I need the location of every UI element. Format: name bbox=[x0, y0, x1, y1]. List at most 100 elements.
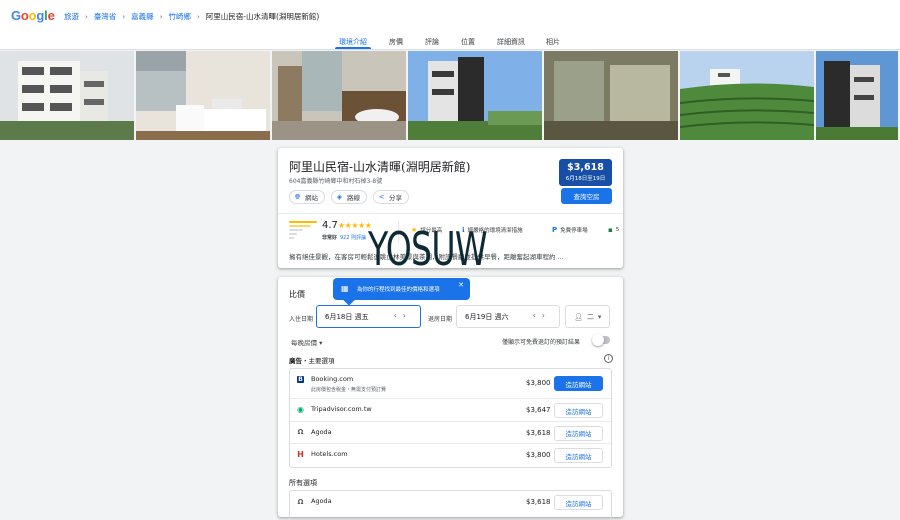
globe-icon: 🌐︎ bbox=[294, 192, 301, 201]
breadcrumb-township[interactable]: 竹崎鄉 bbox=[168, 11, 191, 22]
checkin-label: 入住日期 bbox=[289, 316, 314, 323]
agoda-icon: Ω bbox=[297, 428, 304, 436]
tab-overview[interactable]: 環境介紹 bbox=[339, 37, 367, 47]
provider-name: Tripadvisor.com.tw bbox=[311, 405, 372, 413]
provider-name: Hotels.com bbox=[311, 450, 348, 458]
date-nav-arrows-icon[interactable]: ‹› bbox=[394, 311, 412, 320]
photo-exterior-2[interactable] bbox=[816, 51, 898, 140]
hotel-name: 阿里山民宿-山水清暉(淵明居新館) bbox=[289, 160, 471, 174]
tab-details[interactable]: 詳細資訊 bbox=[497, 37, 525, 47]
free-cancel-toggle[interactable] bbox=[592, 334, 610, 346]
offer-row-tripadvisor[interactable]: ◉ Tripadvisor.com.tw $3,647 造訪網站 bbox=[290, 399, 611, 422]
agoda-icon: Ω bbox=[297, 497, 304, 506]
caret-down-icon: ▾ bbox=[319, 339, 323, 347]
divider bbox=[278, 213, 623, 214]
photo-tea-fields[interactable] bbox=[680, 51, 814, 140]
price-value: $3,618 bbox=[567, 162, 604, 173]
provider-name: Agoda bbox=[311, 427, 332, 436]
offer-price: $3,618 bbox=[526, 498, 551, 506]
top-bar: Google 旅遊 › 臺灣省 › 嘉義縣 › 竹崎鄉 › 阿里山民宿-山水清暉… bbox=[0, 0, 900, 32]
hotel-tabs: 環境介紹 房價 評論 位置 詳細資訊 相片 bbox=[0, 32, 900, 50]
info-icon[interactable]: i bbox=[604, 354, 613, 363]
chevron-down-icon: ▾ bbox=[597, 312, 602, 321]
tab-location[interactable]: 位置 bbox=[461, 37, 475, 47]
directions-icon: ◈ bbox=[336, 193, 343, 201]
price-comparison-card: 比價 ▦ 為你的行程找到最佳的價格和選項 ✕ 入住日期 6月18日 週五 ‹› … bbox=[278, 277, 623, 520]
provider-name: Booking.com bbox=[311, 375, 354, 383]
visit-site-button[interactable]: 造訪網站 bbox=[554, 425, 603, 441]
tab-reviews[interactable]: 評論 bbox=[425, 37, 439, 47]
person-icon: 👤︎ bbox=[574, 312, 583, 321]
rating-label: 非常好 bbox=[322, 235, 338, 241]
tab-photos[interactable]: 相片 bbox=[546, 37, 560, 47]
tooltip-arrow bbox=[343, 294, 355, 306]
chevron-right-icon: › bbox=[122, 12, 126, 21]
amenity-parking: P 免費停車場 bbox=[552, 226, 588, 234]
rating-score: 4.7 bbox=[322, 220, 338, 231]
breadcrumb-county[interactable]: 嘉義縣 bbox=[131, 11, 154, 22]
hotel-address: 604嘉義縣竹崎鄉中和村石棹3-8號 bbox=[289, 178, 383, 185]
free-cancel-label: 僅顯示可免費退訂的預訂結果 bbox=[502, 339, 581, 346]
more-icon: ▪ bbox=[608, 226, 613, 234]
chevron-right-icon: › bbox=[196, 12, 200, 21]
rating-bars bbox=[289, 221, 317, 241]
offer-row-booking[interactable]: B Booking.com 此房價包含稅金・無需支付預訂費 $3,800 造訪網… bbox=[290, 369, 611, 399]
offer-row-hotels[interactable]: H Hotels.com $3,800 造訪網站 bbox=[290, 444, 611, 467]
photo-bathroom[interactable] bbox=[272, 51, 406, 140]
share-chip[interactable]: < 分享 bbox=[373, 190, 409, 204]
photo-room-glass[interactable] bbox=[544, 51, 678, 140]
price-dates: 6月18日至19日 bbox=[565, 176, 606, 182]
review-count-link[interactable]: 922 則評論 bbox=[340, 234, 366, 241]
hotels-icon: H bbox=[297, 450, 304, 459]
chevron-right-icon: › bbox=[159, 12, 163, 21]
amenity-more[interactable]: ▪ 5 bbox=[608, 226, 619, 234]
booking-icon: B bbox=[297, 376, 304, 383]
breadcrumb-travel[interactable]: 旅遊 bbox=[64, 11, 79, 22]
breadcrumb-hotel: 阿里山民宿-山水清暉(淵明居新館) bbox=[205, 12, 320, 21]
visit-site-button[interactable]: 造訪網站 bbox=[554, 403, 603, 418]
photo-strip bbox=[0, 51, 900, 140]
close-icon[interactable]: ✕ bbox=[458, 281, 464, 289]
calendar-icon: ▦ bbox=[341, 284, 349, 293]
offer-price: $3,800 bbox=[526, 451, 551, 459]
offer-row-agoda[interactable]: Ω Agoda $3,618 造訪網站 bbox=[290, 422, 611, 444]
featured-offers-list: B Booking.com 此房價包含稅金・無需支付預訂費 $3,800 造訪網… bbox=[289, 368, 612, 468]
price-section-title: 比價 bbox=[289, 290, 305, 299]
price-summary[interactable]: $3,618 6月18日至19日 bbox=[559, 159, 612, 186]
checkout-label: 退房日期 bbox=[428, 316, 453, 323]
offer-price: $3,800 bbox=[526, 379, 551, 387]
tripadvisor-icon: ◉ bbox=[297, 405, 304, 414]
ads-header: 廣告・主要選項 bbox=[289, 357, 335, 365]
nightly-price-dropdown[interactable]: 每晚房價 ▾ bbox=[291, 337, 322, 347]
share-icon: < bbox=[378, 193, 385, 201]
visit-site-button[interactable]: 造訪網站 bbox=[554, 495, 603, 510]
photo-bedroom[interactable] bbox=[136, 51, 270, 140]
checkout-date-field[interactable]: 6月19日 週六 ‹› bbox=[456, 305, 560, 328]
photo-exterior[interactable] bbox=[408, 51, 542, 140]
tab-prices[interactable]: 房價 bbox=[389, 37, 403, 47]
all-offers-list: Ω Agoda $3,618 造訪網站 bbox=[289, 490, 612, 520]
visit-site-button[interactable]: 造訪網站 bbox=[554, 448, 603, 463]
visit-site-button[interactable]: 造訪網站 bbox=[554, 376, 603, 391]
all-options-header: 所有選項 bbox=[289, 479, 317, 487]
breadcrumb: 旅遊 › 臺灣省 › 嘉義縣 › 竹崎鄉 › 阿里山民宿-山水清暉(淵明居新館) bbox=[64, 11, 319, 22]
directions-chip[interactable]: ◈ 路線 bbox=[331, 190, 367, 204]
parking-icon: P bbox=[552, 226, 558, 234]
website-chip[interactable]: 🌐︎ 網站 bbox=[289, 190, 325, 204]
check-availability-button[interactable]: 查詢空房 bbox=[561, 188, 612, 204]
watermark-text: YOSUW bbox=[368, 222, 488, 276]
offer-price: $3,618 bbox=[526, 428, 551, 437]
guests-selector[interactable]: 👤︎ 二 ▾ bbox=[565, 305, 610, 328]
chevron-right-icon: › bbox=[85, 12, 88, 21]
active-tab-indicator bbox=[335, 47, 371, 49]
date-tooltip: ▦ 為你的行程找到最佳的價格和選項 ✕ bbox=[333, 278, 470, 306]
offer-row-agoda-all[interactable]: Ω Agoda $3,618 造訪網站 bbox=[290, 491, 611, 513]
photo-building[interactable] bbox=[0, 51, 134, 140]
checkin-date-field[interactable]: 6月18日 週五 ‹› bbox=[316, 305, 421, 328]
date-nav-arrows-icon[interactable]: ‹› bbox=[533, 311, 551, 320]
breadcrumb-province[interactable]: 臺灣省 bbox=[94, 11, 117, 22]
provider-name: Agoda bbox=[311, 497, 332, 505]
offer-price: $3,647 bbox=[526, 406, 551, 414]
star-rating-icon: ★★★★★ bbox=[338, 221, 372, 230]
google-logo[interactable]: Google bbox=[11, 8, 55, 23]
